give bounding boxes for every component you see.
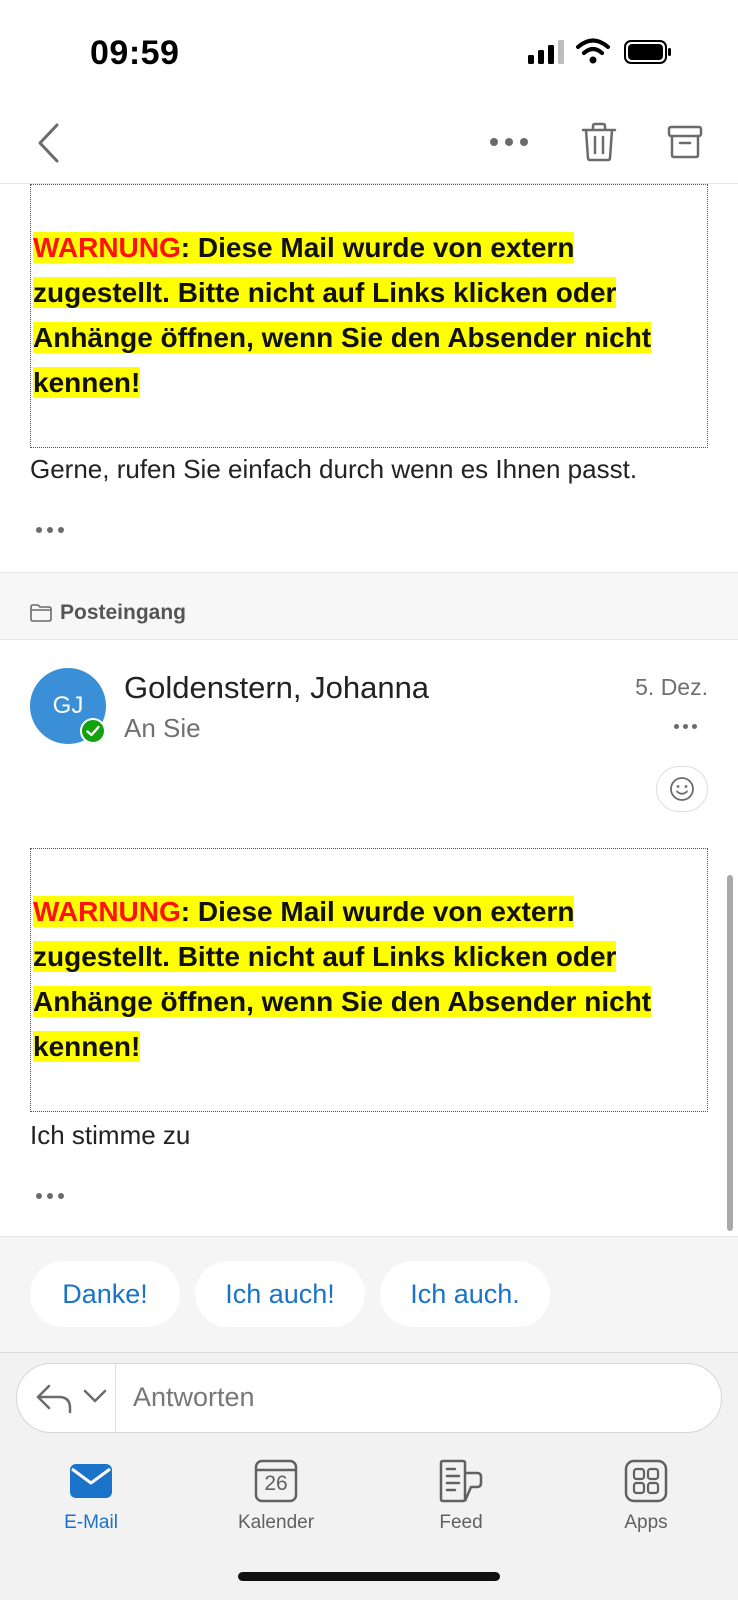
divider xyxy=(115,1364,116,1432)
quick-reply-danke[interactable]: Danke! xyxy=(30,1261,180,1327)
tab-email[interactable]: E-Mail xyxy=(31,1456,151,1546)
more-options-button[interactable] xyxy=(484,122,534,162)
trash-icon xyxy=(581,122,617,162)
quick-replies: Danke! Ich auch! Ich auch. xyxy=(0,1236,738,1352)
archive-icon xyxy=(667,125,703,159)
home-indicator xyxy=(238,1572,500,1581)
mail-icon xyxy=(70,1464,112,1498)
external-warning-box: WARNUNG: Diese Mail wurde von extern zug… xyxy=(30,184,708,448)
external-warning-text: WARNUNG: Diese Mail wurde von extern zug… xyxy=(33,225,699,405)
delete-button[interactable] xyxy=(576,118,622,166)
warning-line-3: Anhänge öffnen, wenn Sie den Absender ni… xyxy=(33,986,652,1017)
show-quoted-text-button[interactable] xyxy=(36,527,64,533)
verified-check-icon xyxy=(80,718,106,744)
message-body: Ich stimme zu xyxy=(30,1120,191,1150)
reply-arrow-icon[interactable] xyxy=(35,1382,73,1414)
recipient-line[interactable]: An Sie xyxy=(124,713,201,744)
tab-label: E-Mail xyxy=(64,1512,118,1533)
status-time: 09:59 xyxy=(90,34,180,72)
warning-line-1: : Diese Mail wurde von extern xyxy=(180,896,575,927)
back-button[interactable] xyxy=(28,118,68,168)
external-warning-box: WARNUNG: Diese Mail wurde von extern zug… xyxy=(30,848,708,1112)
warning-word: WARNUNG xyxy=(33,232,181,263)
folder-label: Posteingang xyxy=(60,601,187,624)
calendar-day: 26 xyxy=(264,1472,288,1495)
top-nav-bar xyxy=(0,100,738,184)
external-warning-text: WARNUNG: Diese Mail wurde von extern zug… xyxy=(33,889,699,1069)
quick-reply-ich-auch[interactable]: Ich auch. xyxy=(380,1261,550,1327)
status-bar: 09:59 xyxy=(0,0,738,100)
message-body: Gerne, rufen Sie einfach durch wenn es I… xyxy=(30,454,638,484)
warning-line-2: zugestellt. Bitte nicht auf Links klicke… xyxy=(33,941,617,972)
warning-line-4: kennen! xyxy=(33,1031,141,1062)
apps-icon xyxy=(624,1459,668,1503)
signal-icon xyxy=(528,40,564,64)
tab-feed[interactable]: Feed xyxy=(401,1456,521,1546)
feed-icon xyxy=(439,1459,483,1503)
warning-line-4: kennen! xyxy=(33,367,141,398)
tab-calendar[interactable]: 26 Kalender xyxy=(216,1456,336,1546)
warning-word: WARNUNG xyxy=(33,896,181,927)
warning-line-3: Anhänge öffnen, wenn Sie den Absender ni… xyxy=(33,322,652,353)
show-quoted-text-button[interactable] xyxy=(36,1193,64,1199)
archive-button[interactable] xyxy=(660,118,710,166)
tab-label: Feed xyxy=(439,1512,483,1533)
quick-reply-ich-auch-exclaim[interactable]: Ich auch! xyxy=(195,1261,365,1327)
reply-input[interactable] xyxy=(133,1382,693,1413)
reply-bar xyxy=(16,1363,722,1433)
ellipsis-icon xyxy=(490,138,528,146)
sender-name[interactable]: Goldenstern, Johanna xyxy=(124,670,429,706)
tab-label: Apps xyxy=(624,1512,668,1533)
avatar-initials: GJ xyxy=(52,692,84,719)
folder-row: Posteingang xyxy=(0,588,738,640)
message-date: 5. Dez. xyxy=(635,674,708,700)
react-button[interactable] xyxy=(656,766,708,812)
wifi-icon xyxy=(576,38,610,64)
chevron-down-icon[interactable] xyxy=(83,1388,107,1404)
warning-line-1: : Diese Mail wurde von extern xyxy=(180,232,575,263)
message-more-button[interactable] xyxy=(674,724,697,729)
tab-apps[interactable]: Apps xyxy=(586,1456,706,1546)
smiley-icon xyxy=(670,777,694,801)
chevron-left-icon xyxy=(38,123,59,163)
tab-label: Kalender xyxy=(237,1512,315,1533)
scrollbar[interactable] xyxy=(727,875,733,1231)
warning-line-2: zugestellt. Bitte nicht auf Links klicke… xyxy=(33,277,617,308)
battery-icon xyxy=(624,40,671,64)
mail-thread-screen: 09:59 WARNUNG: Diese Mail wurde von exte… xyxy=(0,0,738,1600)
folder-icon xyxy=(30,604,52,622)
